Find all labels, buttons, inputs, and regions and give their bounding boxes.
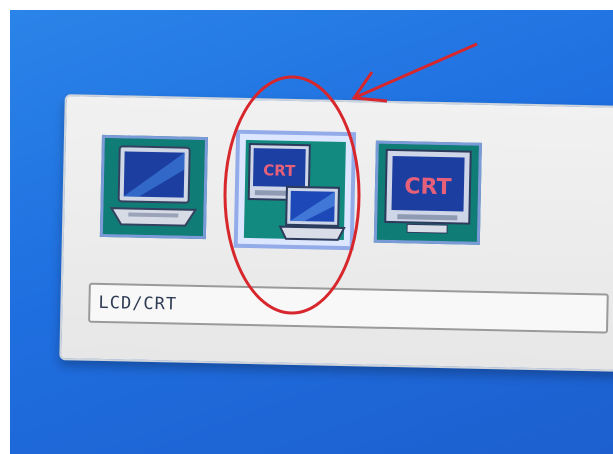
photo-frame: CRT CRT LCD/CRT	[0, 0, 613, 454]
annotation-layer	[223, 42, 478, 315]
highlight-ellipse	[223, 75, 361, 315]
pointer-arrow-line	[353, 42, 478, 100]
